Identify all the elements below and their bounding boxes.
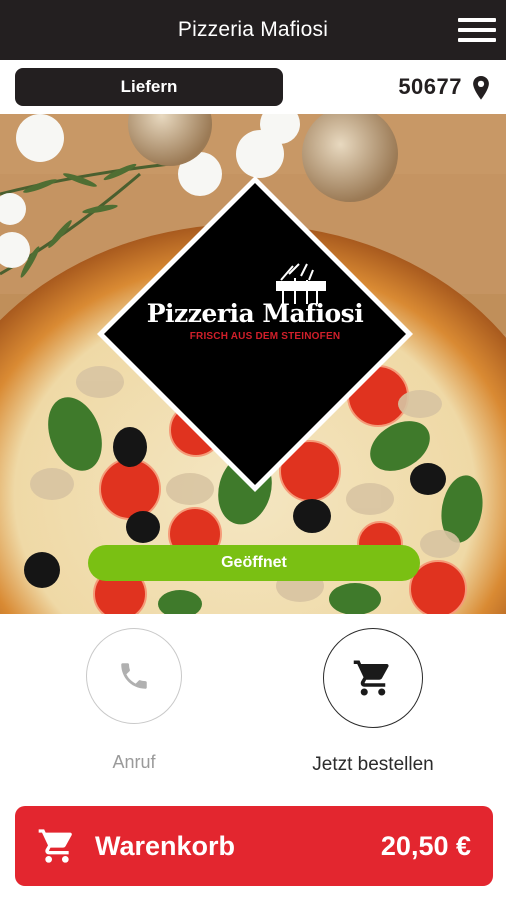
- menu-line: [458, 28, 496, 32]
- menu-line: [458, 38, 496, 42]
- menu-line: [458, 18, 496, 22]
- cart-button[interactable]: Warenkorb 20,50 €: [15, 806, 493, 886]
- delivery-row: Liefern 50677: [0, 60, 506, 114]
- cart-total: 20,50 €: [380, 831, 471, 861]
- hamburger-menu-icon[interactable]: [458, 15, 496, 45]
- order-label: Jetzt bestellen: [312, 754, 434, 775]
- restaurant-logo: [97, 176, 413, 492]
- shopping-cart-icon: [38, 829, 72, 863]
- quick-actions: Anruf Jetzt bestellen: [0, 614, 506, 804]
- phone-icon: [121, 663, 147, 689]
- open-status-button[interactable]: Geöffnet: [88, 545, 420, 581]
- logo-subtitle: FRISCH AUS DEM STEINOFEN: [189, 331, 341, 342]
- zip-code[interactable]: 50677: [398, 72, 462, 102]
- order-button[interactable]: [323, 628, 423, 728]
- call-label: Anruf: [112, 752, 156, 772]
- call-action[interactable]: Anruf: [44, 628, 224, 773]
- cart-label: Warenkorb: [95, 831, 236, 861]
- delivery-mode-button[interactable]: Liefern: [15, 68, 283, 106]
- order-action[interactable]: Jetzt bestellen: [283, 628, 463, 776]
- call-button[interactable]: [86, 628, 182, 724]
- app-title: Pizzeria Mafiosi: [177, 18, 329, 41]
- shopping-cart-icon: [353, 660, 389, 696]
- logo-title: Pizzeria Mafiosi: [146, 299, 364, 328]
- hero-banner: Pizzeria Mafiosi FRISCH AUS DEM STEINOFE…: [0, 114, 506, 614]
- location-pin-icon[interactable]: [472, 75, 490, 101]
- app-header: Pizzeria Mafiosi: [0, 0, 506, 60]
